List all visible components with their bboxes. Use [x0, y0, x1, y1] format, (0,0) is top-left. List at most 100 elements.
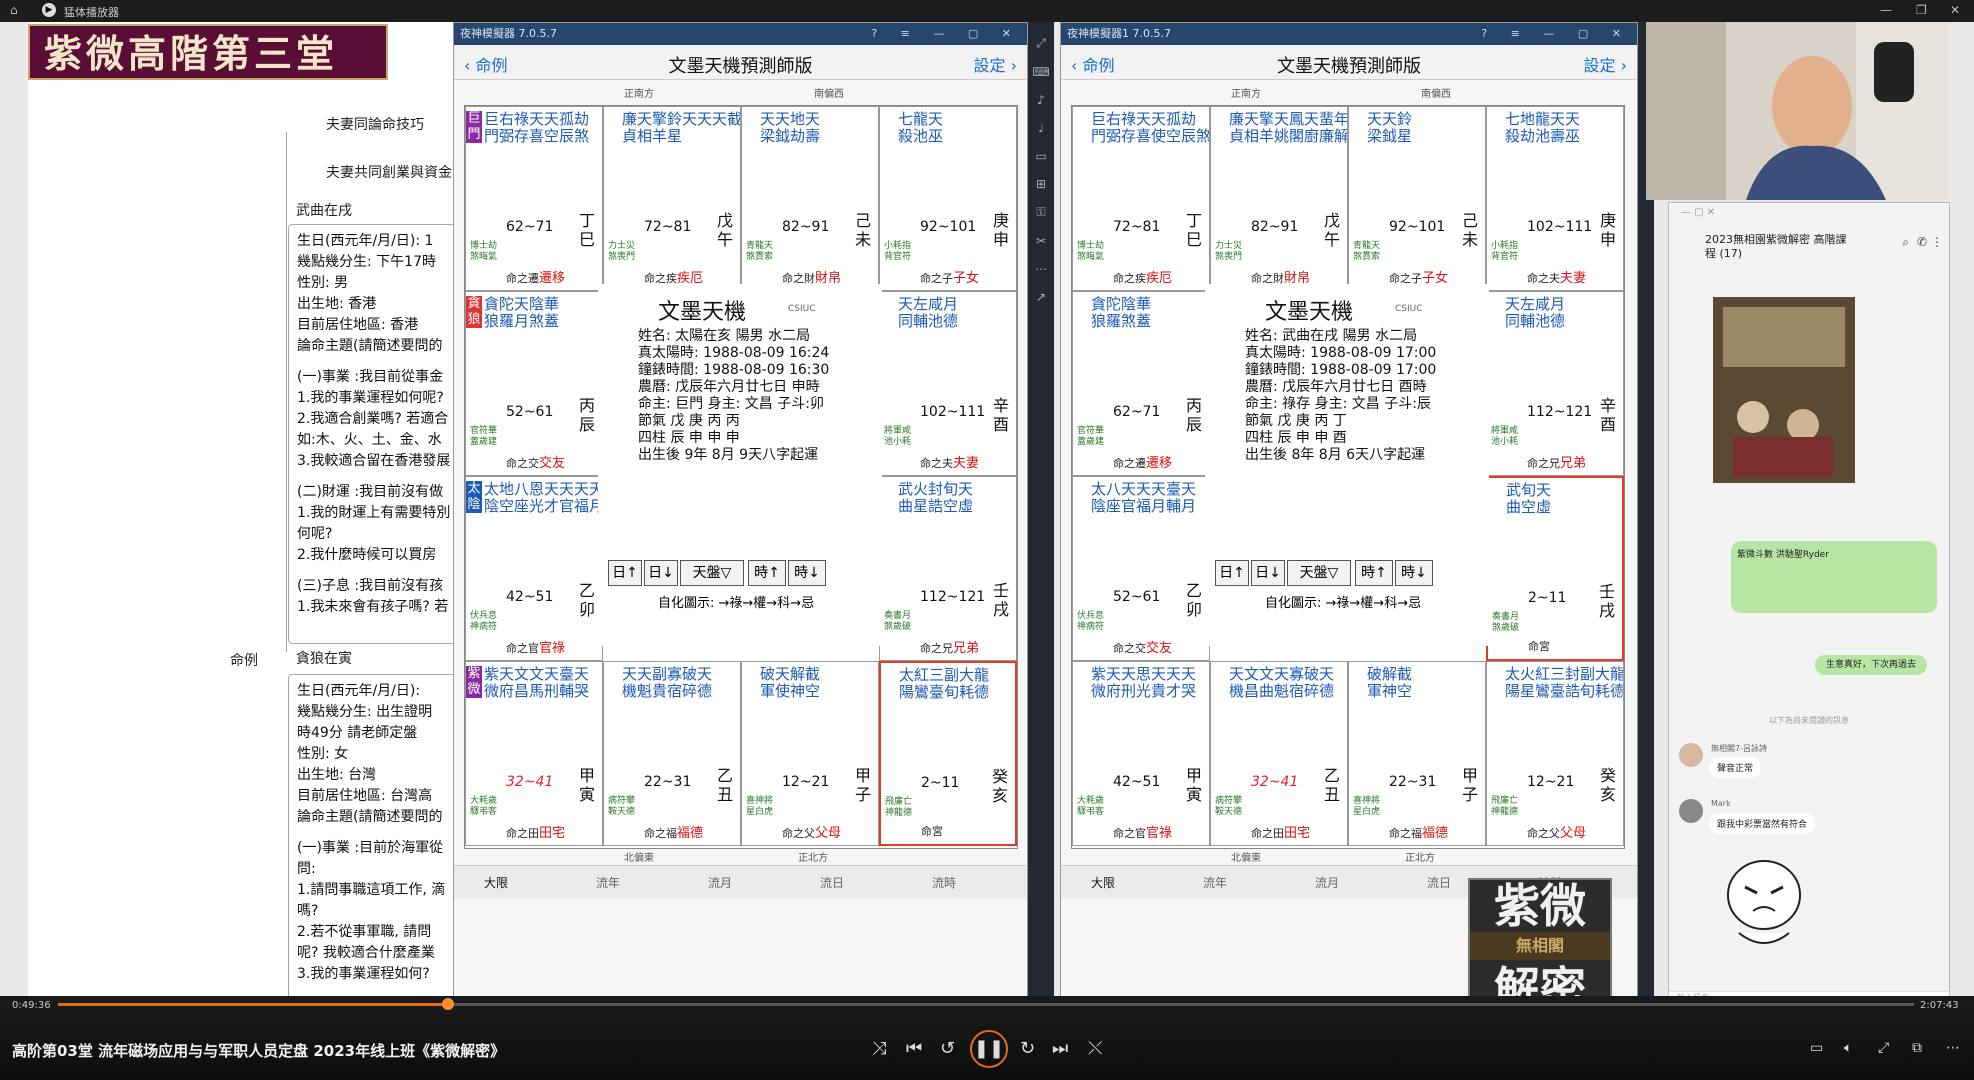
search-icon[interactable]: ⌕	[1902, 235, 1909, 250]
fullscreen-icon[interactable]: ⤢	[1878, 1040, 1889, 1056]
more-icon[interactable]: ⋯	[1028, 262, 1054, 276]
next-icon[interactable]: ⏭	[1052, 1038, 1068, 1059]
shuffle-icon[interactable]: ⤨	[872, 1038, 886, 1059]
palace-cell[interactable]: 武火封旬天 曲星誥空虛 112~121 壬戌 奏書月煞歲破 命之兄兄弟	[879, 476, 1017, 661]
keyboard-icon[interactable]: ⌨	[1028, 65, 1054, 79]
palace-cell[interactable]: 紫天天思天天天 微府刑光貴才哭 42~51 甲寅 大耗歲驛弔客 命之官官祿	[1072, 661, 1210, 846]
palace-cell[interactable]: 天天鈴 梁鉞星 92~101 己未 青龍天煞貫索 命之子子女	[1348, 106, 1486, 291]
palace-cell[interactable]: 太紅三副大龍 陽鸞臺旬耗德 2~11 癸亥 飛廉亡神龍德 命宮	[879, 661, 1017, 846]
time-nav-button[interactable]: 日↑	[608, 560, 642, 586]
palace-cell[interactable]: 貪陀陰華 狼羅煞蓋 62~71 丙辰 官符華蓋歲建 命之遷遷移	[1072, 291, 1210, 476]
timeline-tab[interactable]: 流月	[1315, 874, 1339, 891]
palace-cell[interactable]: 太陰 太地八恩天天天天 陰空座光才官福月 42~51 乙卯 伏兵息神病符 命之官官祿	[465, 476, 603, 661]
ziwei-app-window-2[interactable]: 夜神模擬器1 7.0.5.7? ≡ — ▢ ✕ ‹ 命例 文墨天機預測師版 設定 › 正…	[1060, 22, 1638, 1000]
chat-photo[interactable]	[1713, 297, 1855, 483]
time-nav-button[interactable]: 時↓	[788, 560, 826, 586]
close-icon[interactable]: ✕	[1950, 3, 1960, 17]
subtitle-icon[interactable]: ▭	[1810, 1040, 1823, 1056]
previous-icon[interactable]: ⏮	[906, 1038, 922, 1059]
chat-message[interactable]: 聲音正常	[1709, 757, 1762, 778]
home-icon[interactable]: ⌂	[10, 3, 18, 17]
forward-icon[interactable]: ↻	[1020, 1038, 1035, 1059]
palace-cell[interactable]: 太火紅三封副大龍 陽星鸞臺誥旬耗德 12~21 癸亥 飛廉亡神龍德 命之父父母	[1486, 661, 1624, 846]
expand-icon[interactable]: ⤢	[1028, 36, 1054, 51]
apk-icon[interactable]: ⊞	[1028, 177, 1054, 191]
restore-icon[interactable]: ❐	[1916, 3, 1927, 17]
settings-button[interactable]: 設定 ›	[1584, 52, 1628, 76]
video-frame[interactable]: 夫妻同論命技巧 夫妻共同創業與資金 武曲在戌 命例 貪狼在寅 生日(西元年/月/…	[0, 22, 1974, 1000]
timeline-tab[interactable]: 流日	[820, 874, 844, 891]
time-nav-button[interactable]: 時↑	[1355, 560, 1393, 586]
pause-button[interactable]: ❚❚	[970, 1030, 1008, 1068]
palace-cell[interactable]: 天天副寡破天 機魁貴宿碎德 22~31 乙丑 病符攀鞍天德 命之福福德	[603, 661, 741, 846]
minimize-icon[interactable]: —	[1880, 3, 1892, 17]
palace-cell[interactable]: 破天解截 軍使神空 12~21 甲子 喜神將星白虎 命之父父母	[741, 661, 879, 846]
palace-cell[interactable]: 廉天擎天鳳天蜚年 貞相羊姚閣廚廉解 82~91 戊午 力士災煞喪門 命之財財帛	[1210, 106, 1348, 291]
phone-icon[interactable]: ✆	[1917, 235, 1927, 249]
chat-message[interactable]: 生意真好，下次再過去	[1815, 655, 1927, 675]
sticker-image[interactable]	[1719, 853, 1809, 953]
avatar[interactable]	[1679, 743, 1703, 767]
mindmap-node[interactable]: 命例	[230, 650, 258, 670]
more-icon[interactable]: ⋯	[1946, 1040, 1960, 1056]
time-nav-button[interactable]: 日↑	[1215, 560, 1249, 586]
timeline-tab[interactable]: 大限	[1091, 874, 1115, 891]
minor-stars: 小耗指背官符	[884, 241, 912, 262]
mindmap-node[interactable]: 貪狼在寅	[296, 648, 352, 668]
time-nav-button[interactable]: 日↓	[1251, 560, 1285, 586]
star-row: 門弼存喜空辰煞	[484, 127, 590, 145]
pip-icon[interactable]: ⧉	[1912, 1040, 1922, 1056]
playlist-loop-icon[interactable]: ⤬	[1088, 1038, 1102, 1059]
volume-down-icon[interactable]: ♩	[1028, 121, 1054, 135]
settings-button[interactable]: 設定 ›	[974, 52, 1018, 76]
volume-icon[interactable]: ♪	[1028, 93, 1054, 107]
palace-cell[interactable]: 廉天擎鈴天天天截 貞相羊星 72~81 戊午 力士災煞喪門 命之疾疾厄	[603, 106, 741, 291]
window-controls[interactable]: ? ≡ — ▢ ✕	[1481, 23, 1631, 45]
timeline-tab[interactable]: 流年	[596, 874, 620, 891]
timeline-tab[interactable]: 流年	[1203, 874, 1227, 891]
palace-cell[interactable]: 紫微 紫天文文天臺天 微府昌馬刑輔哭 32~41 甲寅 大耗歲驛弔客 命之田田宅	[465, 661, 603, 846]
palace-cell[interactable]: 太八天天天臺天 陰座官福月輔月 52~61 乙卯 伏兵息神病符 命之交交友	[1072, 476, 1210, 661]
palace-cell[interactable]: 天文文天寡破天 機昌曲魁宿碎德 32~41 乙丑 病符攀鞍天德 命之田田宅	[1210, 661, 1348, 846]
timeline-tab[interactable]: 流日	[1427, 874, 1451, 891]
time-nav-button[interactable]: 時↓	[1395, 560, 1433, 586]
palace-cell[interactable]: 天左咸月 同輔池德 102~111 辛酉 將軍咸池小耗 命之夫夫妻	[879, 291, 1017, 476]
palace-cell[interactable]: 七地龍天天 殺劫池壽巫 102~111 庚申 小耗指背官符 命之夫夫妻	[1486, 106, 1624, 291]
palace-cell[interactable]: 貪狼 貪陀天陰華 狼羅月煞蓋 52~61 丙辰 官符華蓋歲建 命之交交友	[465, 291, 603, 476]
line-chat-window[interactable]: — ▢ ✕ 2023無相園紫微解密 高階課程 (17) ⌕ ✆ ⋮ 紫微斗數 洪…	[1668, 202, 1950, 1000]
cut-icon[interactable]: ✂	[1028, 234, 1054, 248]
palace-cell[interactable]: 天天地天 梁鉞劫壽 82~91 己未 青龍天煞貫索 命之財財帛	[741, 106, 879, 291]
ziwei-app-window-1[interactable]: 夜神模擬器 7.0.5.7? ≡ — ▢ ✕ ‹ 命例 文墨天機預測師版 設定 › 正南…	[453, 22, 1028, 1000]
mindmap-node[interactable]: 夫妻共同創業與資金	[326, 162, 452, 182]
timeline-tab[interactable]: 流月	[708, 874, 732, 891]
time-nav-button[interactable]: 天盤▽	[1287, 560, 1351, 586]
avatar[interactable]	[1679, 799, 1703, 823]
timeline-tab[interactable]: 大限	[484, 874, 508, 891]
menu-icon[interactable]: ⋮	[1931, 235, 1943, 249]
palace-cell[interactable]: 破解截 軍神空 22~31 甲子 喜神將星白虎 命之福福德	[1348, 661, 1486, 846]
progress-handle[interactable]	[441, 998, 454, 1010]
timeline-tab[interactable]: 流時	[932, 874, 956, 891]
progress-bar[interactable]	[58, 1003, 1914, 1006]
lock-icon[interactable]: ⚿	[1028, 205, 1054, 220]
volume-icon[interactable]: 🔈︎	[1844, 1040, 1852, 1056]
external-icon[interactable]: ↗	[1028, 290, 1054, 304]
chat-message[interactable]: 跟我中彩票當然有符合	[1709, 813, 1816, 834]
rewind-icon[interactable]: ↺	[940, 1038, 955, 1059]
palace-cell[interactable]: 天左咸月 同輔池德 112~121 辛酉 將軍咸池小耗 命之兄兄弟	[1486, 291, 1624, 476]
screen-icon[interactable]: ▭	[1028, 149, 1054, 163]
palace-cell[interactable]: 巨門 巨右祿天天孤劫 門弼存喜空辰煞 62~71 丁巳 博士劫煞晦氣 命之遷遷移	[465, 106, 603, 291]
mindmap-node[interactable]: 夫妻同論命技巧	[326, 114, 424, 134]
palace-cell[interactable]: 七龍天 殺池巫 92~101 庚申 小耗指背官符 命之子子女	[879, 106, 1017, 291]
stem-branch: 甲寅	[1185, 766, 1202, 804]
window-controls[interactable]: ? ≡ — ▢ ✕	[871, 23, 1021, 45]
player-logo-icon: ▶	[42, 3, 56, 17]
time-nav-button[interactable]: 時↑	[748, 560, 786, 586]
palace-cell[interactable]: 巨右祿天天孤劫 門弼存喜使空辰煞 72~81 丁巳 博士劫煞晦氣 命之疾疾厄	[1072, 106, 1210, 291]
mindmap-node[interactable]: 武曲在戌	[296, 200, 352, 220]
chat-message[interactable]: 紫微斗數 洪馳聖Ryder	[1731, 541, 1937, 613]
palace-cell[interactable]: 武旬天 曲空虛 2~11 壬戌 奏書月煞歲破 命宮	[1486, 476, 1624, 661]
time-nav-button[interactable]: 日↓	[644, 560, 678, 586]
time-nav-button[interactable]: 天盤▽	[680, 560, 744, 586]
chat-window-controls[interactable]: — ▢ ✕	[1681, 207, 1715, 218]
